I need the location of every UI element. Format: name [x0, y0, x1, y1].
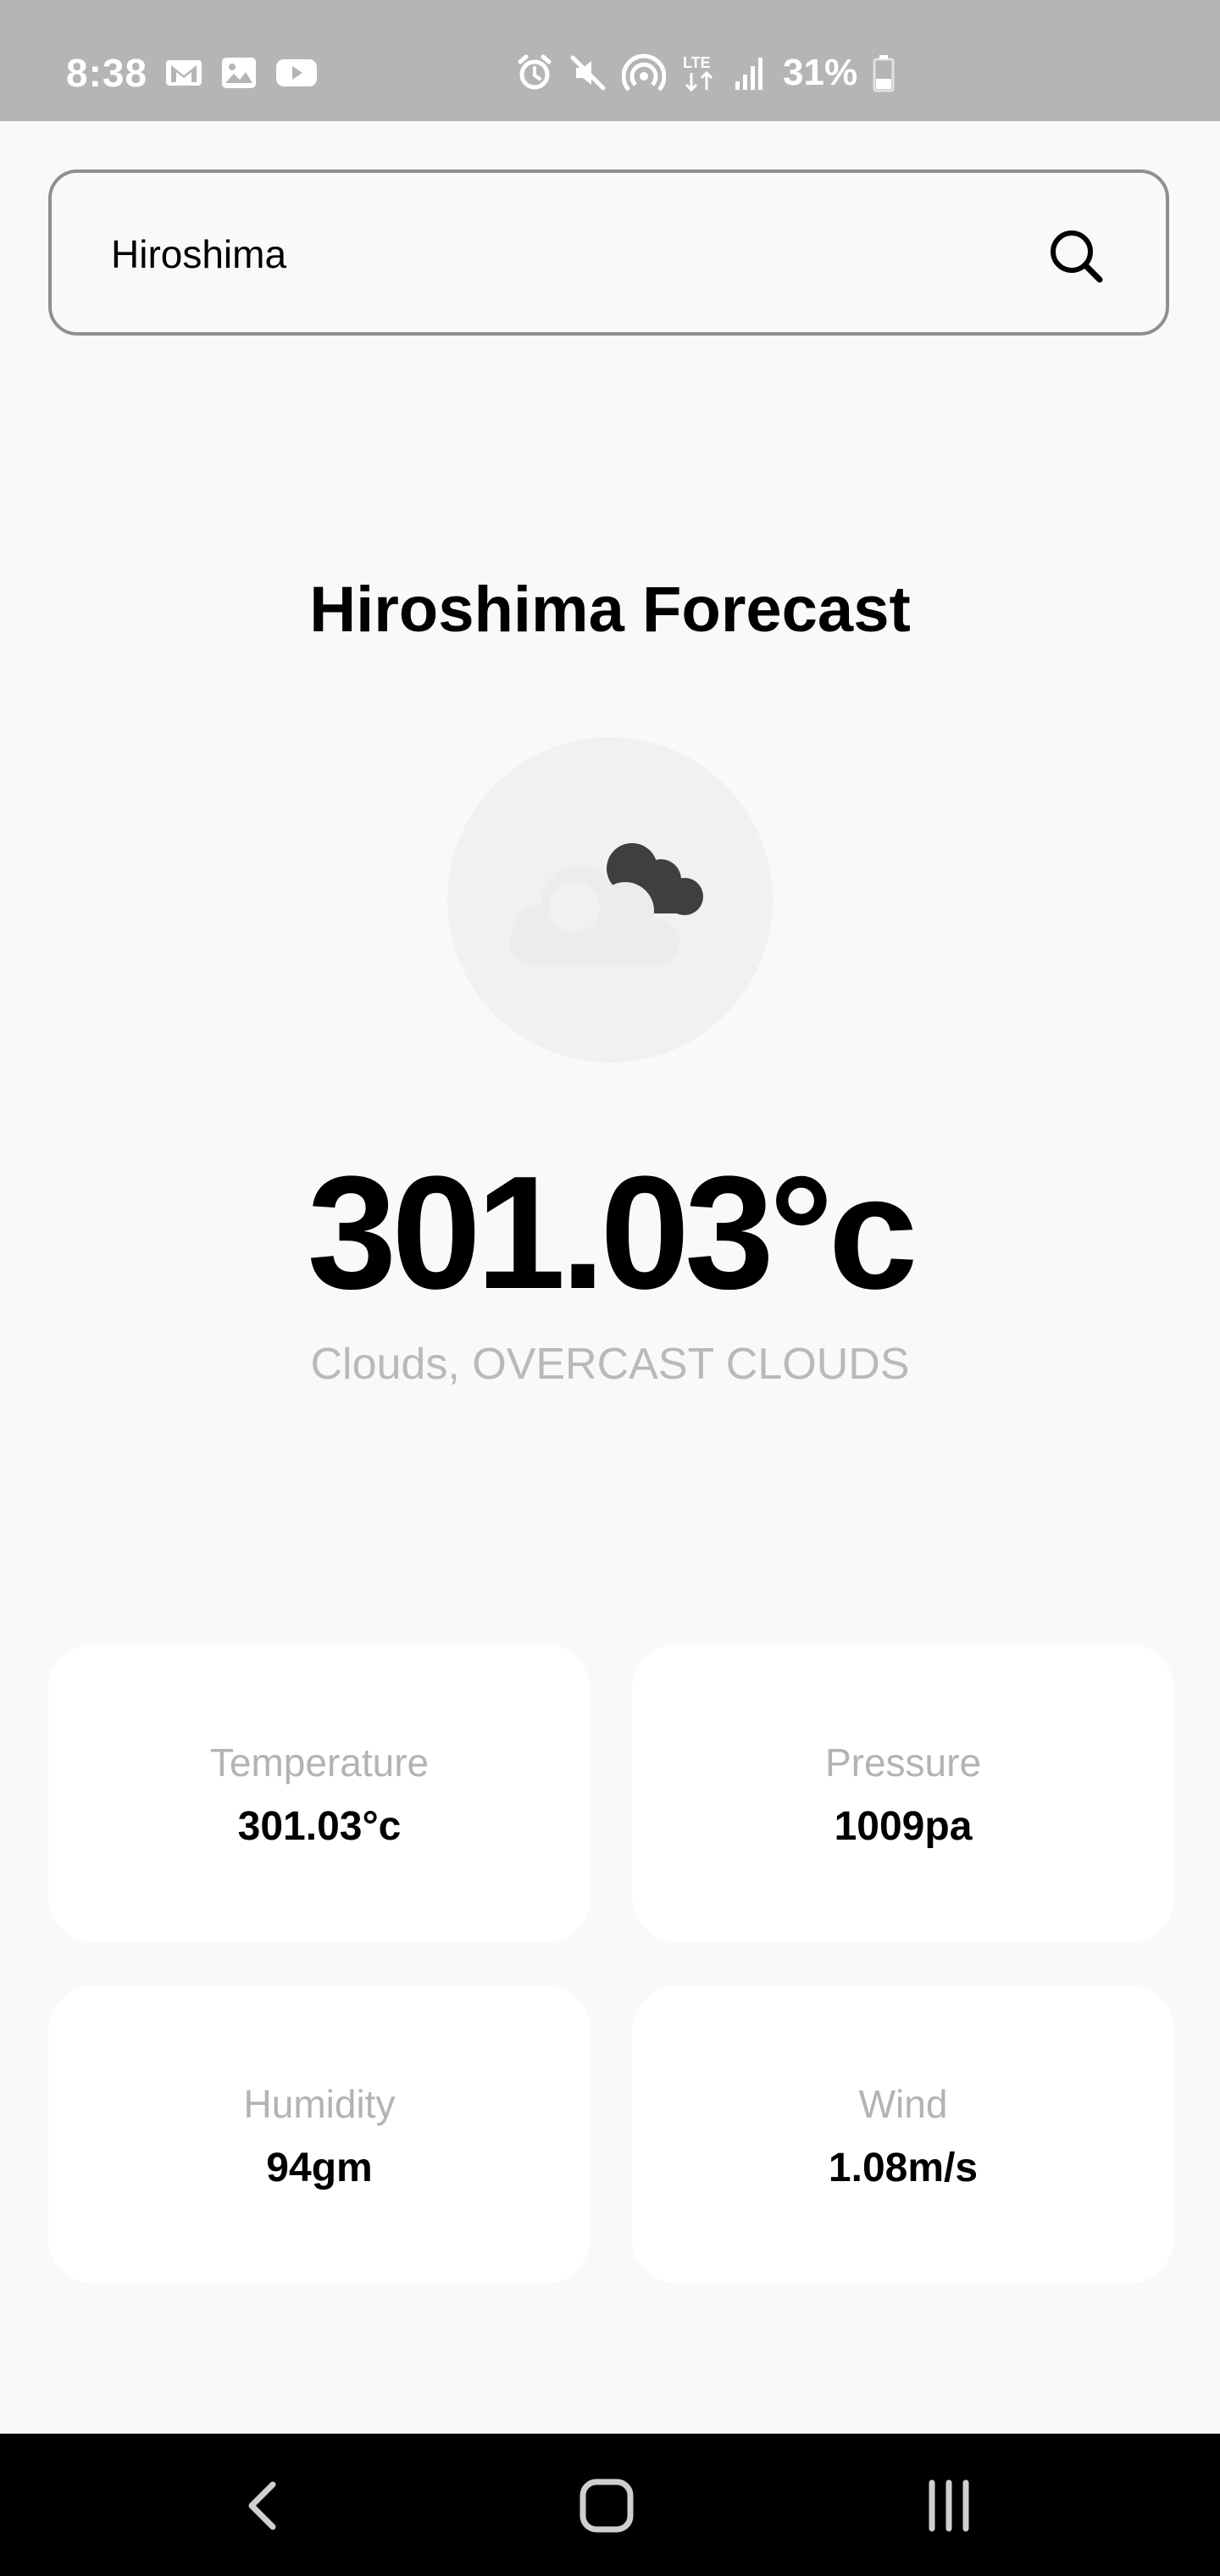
pressure-value: 1009pa — [834, 1804, 973, 1849]
recent-apps-icon — [929, 2479, 969, 2532]
gmail-icon — [164, 57, 203, 89]
humidity-label: Humidity — [243, 2082, 396, 2126]
overcast-clouds-icon — [510, 843, 703, 965]
search-input[interactable] — [111, 215, 1001, 293]
status-time: 8:38 — [66, 51, 148, 95]
signal-icon — [734, 54, 768, 92]
back-icon — [248, 2481, 276, 2530]
mute-icon — [569, 54, 607, 92]
temperature-card: Temperature 301.03°c — [48, 1644, 591, 1942]
status-bar: 8:38 LTE 31% — [0, 0, 1220, 121]
search-bar — [48, 169, 1169, 336]
wind-value: 1.08m/s — [828, 2146, 979, 2190]
youtube-icon — [274, 57, 319, 89]
back-button[interactable] — [214, 2468, 315, 2544]
battery-percentage: 31% — [783, 52, 858, 93]
battery-icon — [873, 53, 895, 92]
current-temperature: 301.03°c — [307, 1143, 918, 1323]
hotspot-icon — [622, 53, 666, 93]
forecast-title: Hiroshima Forecast — [309, 574, 911, 646]
alarm-icon — [515, 53, 554, 92]
home-button[interactable] — [556, 2468, 657, 2544]
humidity-value: 94gm — [266, 2146, 373, 2190]
temperature-label: Temperature — [209, 1740, 430, 1785]
home-icon — [580, 2479, 634, 2533]
temperature-value: 301.03°c — [237, 1804, 402, 1849]
search-button[interactable] — [1045, 225, 1106, 286]
search-icon — [1051, 230, 1103, 283]
wind-card: Wind 1.08m/s — [632, 1985, 1174, 2284]
weather-icon-container — [447, 737, 773, 1063]
status-right-group: LTE 31% — [515, 51, 895, 95]
navigation-bar — [0, 2434, 1220, 2576]
lte-icon: LTE — [681, 53, 718, 93]
gallery-icon — [220, 56, 258, 90]
humidity-card: Humidity 94gm — [48, 1985, 591, 2284]
weather-description: Clouds, OVERCAST CLOUDS — [310, 1340, 910, 1389]
status-left-group: 8:38 — [66, 51, 319, 95]
svg-text:LTE: LTE — [683, 54, 711, 71]
pressure-label: Pressure — [824, 1740, 982, 1785]
recent-apps-button[interactable] — [898, 2468, 1000, 2544]
pressure-card: Pressure 1009pa — [632, 1644, 1174, 1942]
wind-label: Wind — [858, 2082, 948, 2126]
